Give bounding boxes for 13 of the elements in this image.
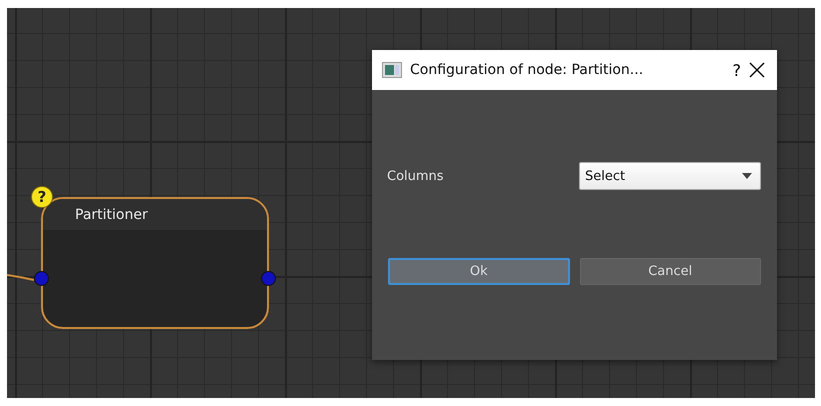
window-icon — [382, 62, 402, 78]
close-icon[interactable] — [749, 62, 765, 78]
input-port[interactable] — [34, 271, 49, 286]
window-title: Configuration of node: Partition... — [410, 62, 644, 78]
dialog-button[interactable]: Ok — [388, 258, 570, 285]
node-title: Partitioner — [75, 206, 148, 222]
caret-icon — [742, 173, 752, 179]
dialog-button[interactable]: Cancel — [580, 258, 761, 285]
columns-dropdown[interactable]: Select — [579, 162, 761, 190]
warning-badge: ? — [31, 186, 53, 208]
output-port[interactable] — [261, 271, 276, 286]
field-label: Columns — [387, 168, 444, 184]
help-button[interactable]: ? — [732, 60, 741, 80]
